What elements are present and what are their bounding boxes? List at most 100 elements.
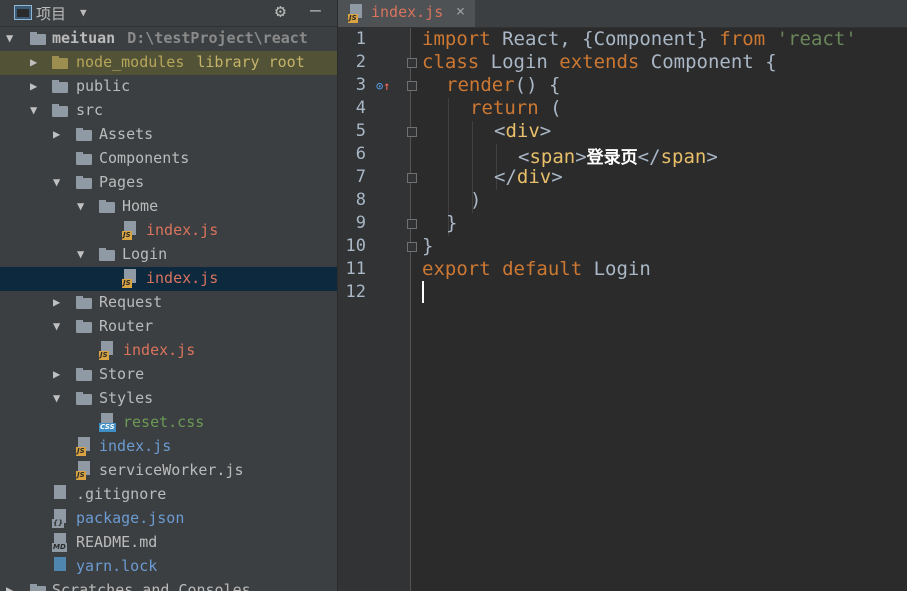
tree-item-assets[interactable]: ▶ Assets <box>0 123 337 147</box>
folder-icon <box>76 368 92 381</box>
yarn-file-icon <box>52 557 68 576</box>
folder-icon <box>52 56 68 69</box>
fold-marker-icon[interactable] <box>407 127 417 137</box>
editor-gutter: 1 2 3 4 5 6 7 8 9 10 11 12 ⊙↑ <box>338 28 411 591</box>
tree-item-public[interactable]: ▶ public <box>0 75 337 99</box>
expand-arrow-icon[interactable]: ▼ <box>53 391 65 405</box>
tree-item-login-index-js[interactable]: JS index.js <box>0 267 337 291</box>
tree-item-home[interactable]: ▼ Home <box>0 195 337 219</box>
tree-item-label: .gitignore <box>76 485 167 503</box>
tree-item-label: node_modules library root <box>76 53 305 71</box>
tree-item-label: serviceWorker.js <box>99 461 244 479</box>
tree-item-request[interactable]: ▶ Request <box>0 291 337 315</box>
project-panel-title: 项目 <box>36 5 67 23</box>
tree-item-components[interactable]: Components <box>0 147 337 171</box>
collapse-arrow-icon[interactable]: ▶ <box>6 583 18 591</box>
css-file-icon: CSS <box>99 413 116 432</box>
fold-marker-icon[interactable] <box>407 173 417 183</box>
override-method-icon[interactable]: ⊙↑ <box>376 79 390 93</box>
tree-item-label: Components <box>99 149 190 167</box>
code-line-8: ) <box>470 189 482 211</box>
line-number: 9 <box>355 213 366 233</box>
tree-item-login[interactable]: ▼ Login <box>0 243 337 267</box>
collapse-arrow-icon[interactable]: ▶ <box>53 367 65 381</box>
folder-icon <box>76 152 92 165</box>
minimize-icon[interactable]: — <box>310 0 321 21</box>
code-editor[interactable]: 1 2 3 4 5 6 7 8 9 10 11 12 ⊙↑ import Rea… <box>338 28 907 591</box>
collapse-arrow-icon[interactable]: ▶ <box>30 79 42 93</box>
folder-icon <box>99 200 115 213</box>
code-line-10: } <box>422 235 434 257</box>
tree-item-label: public <box>76 77 131 95</box>
tree-item-styles[interactable]: ▼ Styles <box>0 387 337 411</box>
tab-index-js[interactable]: JS index.js × <box>338 0 475 27</box>
line-number: 2 <box>355 52 366 72</box>
tree-item-label: package.json <box>76 509 185 527</box>
expand-arrow-icon[interactable]: ▼ <box>53 319 65 333</box>
line-number: 11 <box>345 259 366 279</box>
line-number: 4 <box>355 98 366 118</box>
tree-item-label: Request <box>99 293 163 311</box>
tree-item-scratches[interactable]: ▶ Scratches and Consoles <box>0 579 337 591</box>
folder-icon <box>99 248 115 261</box>
tree-item-router-index-js[interactable]: JS index.js <box>0 339 337 363</box>
tree-item-label: Assets <box>99 125 154 143</box>
folder-icon <box>76 176 92 189</box>
expand-arrow-icon[interactable]: ▼ <box>53 175 65 189</box>
js-file-icon: JS <box>76 461 92 480</box>
tree-item-readme-md[interactable]: MD README.md <box>0 531 337 555</box>
line-number: 3 <box>355 75 366 95</box>
tree-item-label: Home <box>122 197 159 215</box>
tree-item-label: meituan D:\testProject\react <box>52 29 308 47</box>
expand-arrow-icon[interactable]: ▼ <box>77 247 89 261</box>
collapse-arrow-icon[interactable]: ▶ <box>30 55 42 69</box>
folder-icon <box>76 296 92 309</box>
code-line-4: return ( <box>470 97 562 119</box>
tree-item-src[interactable]: ▼ src <box>0 99 337 123</box>
tree-item-router[interactable]: ▼ Router <box>0 315 337 339</box>
line-number: 6 <box>355 144 366 164</box>
code-line-9: } <box>446 212 458 234</box>
fold-marker-icon[interactable] <box>407 58 417 68</box>
tree-item-serviceworker-js[interactable]: JS serviceWorker.js <box>0 459 337 483</box>
tree-item-package-json[interactable]: {} package.json <box>0 507 337 531</box>
code-line-7: </div> <box>494 166 563 188</box>
tree-item-label: Styles <box>99 389 154 407</box>
code-line-1: import React, {Component} from 'react' <box>422 28 857 50</box>
code-line-3: render() { <box>446 74 561 96</box>
tree-item-yarn-lock[interactable]: yarn.lock <box>0 555 337 579</box>
folder-icon <box>76 392 92 405</box>
tree-item-pages[interactable]: ▼ Pages <box>0 171 337 195</box>
text-caret <box>422 281 424 303</box>
tree-item-label: index.js <box>99 437 172 455</box>
expand-arrow-icon[interactable]: ▼ <box>77 199 89 213</box>
tree-item-meituan[interactable]: ▼ meituan D:\testProject\react <box>0 27 337 51</box>
tree-item-home-index-js[interactable]: JS index.js <box>0 219 337 243</box>
line-number: 10 <box>345 236 366 256</box>
fold-marker-icon[interactable] <box>407 242 417 252</box>
project-panel-header: 项目 ▼ ⚙ — <box>0 0 337 27</box>
fold-marker-icon[interactable] <box>407 219 417 229</box>
code-line-2: class Login extends Component { <box>422 51 777 73</box>
collapse-arrow-icon[interactable]: ▶ <box>53 127 65 141</box>
collapse-arrow-icon[interactable]: ▶ <box>53 295 65 309</box>
tree-item-node-modules[interactable]: ▶ node_modules library root <box>0 51 337 75</box>
tree-item-src-index-js[interactable]: JS index.js <box>0 435 337 459</box>
tree-item-label: Router <box>99 317 154 335</box>
folder-icon <box>76 320 92 333</box>
tree-item-store[interactable]: ▶ Store <box>0 363 337 387</box>
expand-arrow-icon[interactable]: ▼ <box>6 31 18 45</box>
tree-item-gitignore[interactable]: .gitignore <box>0 483 337 507</box>
tree-item-reset-css[interactable]: CSS reset.css <box>0 411 337 435</box>
tree-item-label: Pages <box>99 173 145 191</box>
project-panel: 项目 ▼ ⚙ — ▼ meituan D:\testProject\react ▶… <box>0 0 337 591</box>
md-file-icon: MD <box>52 533 68 552</box>
project-window-icon <box>14 5 32 20</box>
expand-arrow-icon[interactable]: ▼ <box>30 103 42 117</box>
fold-marker-icon[interactable] <box>407 81 417 91</box>
js-file-icon: JS <box>348 4 364 23</box>
js-file-icon: JS <box>122 221 138 240</box>
close-icon[interactable]: × <box>456 2 465 20</box>
gear-icon[interactable]: ⚙ <box>275 1 286 22</box>
chevron-down-icon[interactable]: ▼ <box>80 6 87 19</box>
